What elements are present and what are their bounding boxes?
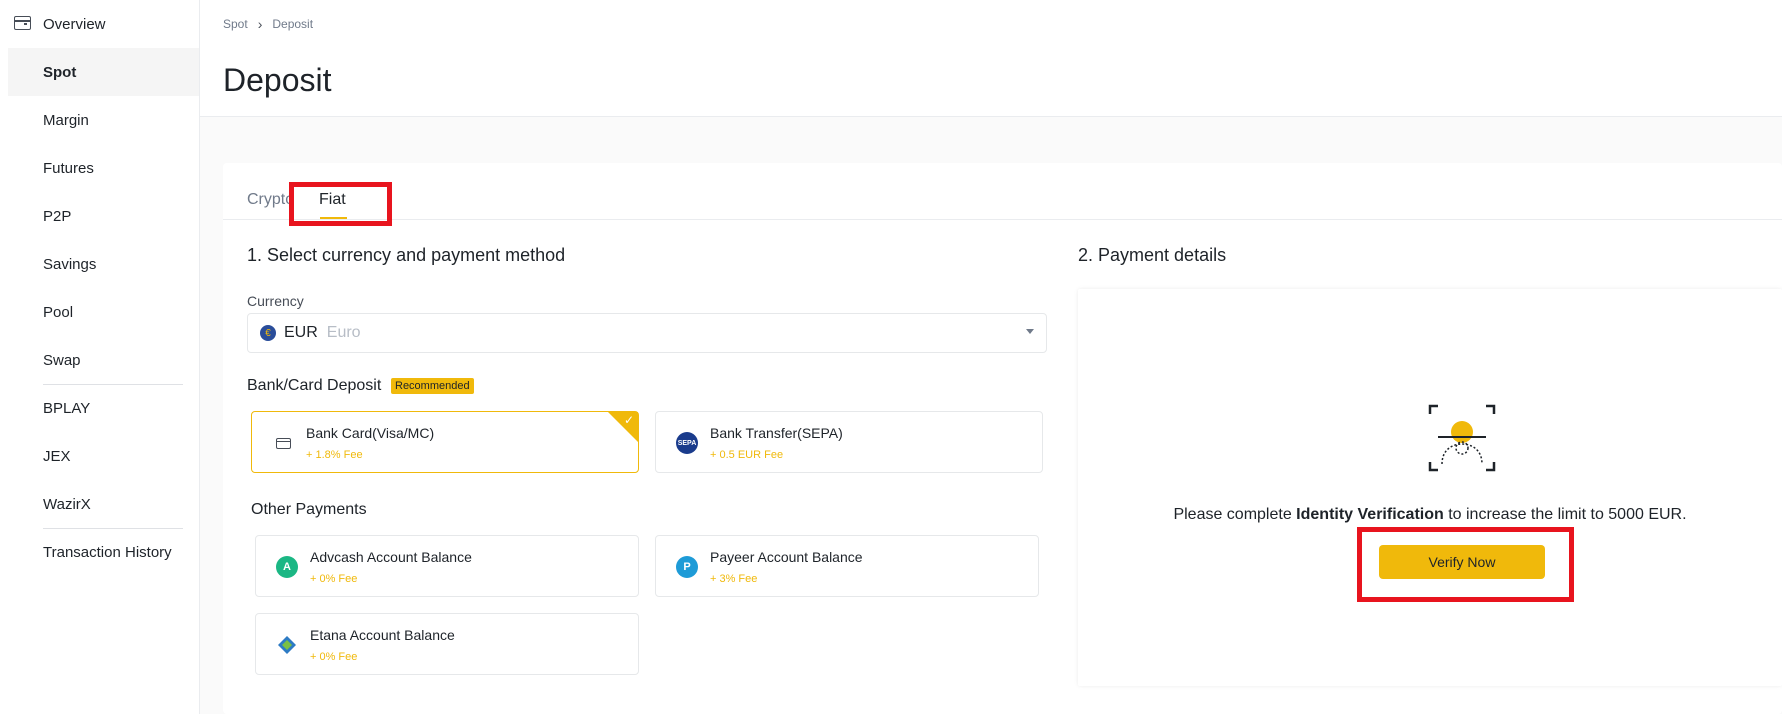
- payment-method-name: Payeer Account Balance: [710, 549, 863, 565]
- verify-now-button[interactable]: Verify Now: [1379, 545, 1545, 579]
- payment-method-sepa[interactable]: SEPA Bank Transfer(SEPA) + 0.5 EUR Fee: [655, 411, 1043, 473]
- breadcrumb-deposit: Deposit: [272, 17, 314, 31]
- sidebar-item-jex[interactable]: JEX: [8, 432, 199, 480]
- sidebar-item-wazirx[interactable]: WazirX: [8, 480, 199, 528]
- sidebar-item-label: JEX: [43, 447, 71, 465]
- sidebar: Overview Spot Margin Futures P2P Savings…: [0, 0, 200, 714]
- payment-method-payeer[interactable]: P Payeer Account Balance + 3% Fee: [655, 535, 1039, 597]
- sidebar-item-bplay[interactable]: BPLAY: [8, 384, 199, 432]
- sidebar-item-label: Transaction History: [43, 543, 172, 561]
- check-icon: ✓: [623, 413, 634, 427]
- sidebar-item-label: BPLAY: [43, 399, 91, 417]
- payment-method-fee: + 0% Fee: [310, 651, 358, 663]
- sidebar-item-label: WazirX: [43, 495, 91, 513]
- payment-method-name: Advcash Account Balance: [310, 549, 472, 565]
- sidebar-item-futures[interactable]: Futures: [8, 144, 199, 192]
- other-payments-title: Other Payments: [251, 501, 367, 518]
- wallet-icon: [14, 16, 31, 30]
- sidebar-item-label: P2P: [43, 207, 72, 225]
- bank-card-deposit-title: Bank/Card Deposit: [247, 377, 382, 394]
- page-title: Deposit: [223, 62, 332, 98]
- sidebar-item-spot[interactable]: Spot: [8, 48, 199, 96]
- tab-crypto[interactable]: Crypto: [247, 191, 294, 209]
- payment-method-fee: + 0.5 EUR Fee: [710, 449, 784, 461]
- payment-details-panel: [1078, 289, 1782, 686]
- sidebar-item-transaction-history[interactable]: Transaction History: [8, 528, 199, 576]
- currency-label: Currency: [247, 293, 304, 309]
- sidebar-item-overview[interactable]: Overview: [8, 0, 199, 48]
- breadcrumb: Spot › Deposit: [223, 16, 313, 32]
- payment-method-name: Etana Account Balance: [310, 627, 455, 643]
- sidebar-item-label: Futures: [43, 159, 94, 177]
- payment-method-fee: + 3% Fee: [710, 573, 758, 585]
- sidebar-item-label: Savings: [43, 255, 97, 273]
- recommended-badge: Recommended: [391, 378, 474, 394]
- tabs-divider: [223, 219, 1782, 220]
- sidebar-item-label: Margin: [43, 111, 89, 129]
- payment-method-name: Bank Card(Visa/MC): [306, 425, 435, 441]
- euro-icon: €: [260, 325, 276, 341]
- sidebar-item-swap[interactable]: Swap: [8, 336, 199, 384]
- verification-message-prefix: Please complete: [1173, 506, 1297, 523]
- etana-icon: [276, 634, 298, 656]
- credit-card-icon: [272, 432, 294, 454]
- payment-method-fee: + 0% Fee: [310, 573, 358, 585]
- sidebar-item-margin[interactable]: Margin: [8, 96, 199, 144]
- payment-method-advcash[interactable]: A Advcash Account Balance + 0% Fee: [255, 535, 639, 597]
- payment-method-etana[interactable]: Etana Account Balance + 0% Fee: [255, 613, 639, 675]
- verification-message-suffix: to increase the limit to 5000 EUR.: [1443, 506, 1687, 523]
- payment-method-fee: + 1.8% Fee: [306, 449, 363, 461]
- verification-message: Please complete Identity Verification to…: [1078, 506, 1782, 524]
- currency-name: Euro: [326, 324, 361, 341]
- payment-method-name: Bank Transfer(SEPA): [710, 425, 843, 441]
- sidebar-item-label: Pool: [43, 303, 74, 321]
- identity-verification-icon: [1428, 404, 1496, 472]
- deposit-page: Overview Spot Margin Futures P2P Savings…: [0, 0, 1782, 714]
- advcash-icon: A: [276, 556, 298, 578]
- tab-fiat[interactable]: Fiat: [319, 191, 346, 209]
- sidebar-item-label: Spot: [43, 63, 77, 81]
- payment-method-bank-card[interactable]: Bank Card(Visa/MC) + 1.8% Fee ✓: [251, 411, 639, 473]
- sidebar-item-p2p[interactable]: P2P: [8, 192, 199, 240]
- section-title-payment-details: 2. Payment details: [1078, 245, 1227, 265]
- caret-down-icon: [1026, 329, 1034, 334]
- sidebar-item-savings[interactable]: Savings: [8, 240, 199, 288]
- sidebar-item-label: Overview: [43, 15, 106, 33]
- payeer-icon: P: [676, 556, 698, 578]
- currency-code: EUR: [284, 324, 318, 341]
- sidebar-item-label: Swap: [43, 351, 81, 369]
- identity-verification-link: Identity Verification: [1296, 506, 1444, 523]
- currency-select[interactable]: € EUR Euro: [247, 313, 1047, 353]
- breadcrumb-spot[interactable]: Spot: [223, 17, 248, 31]
- chevron-right-icon: ›: [257, 16, 263, 32]
- section-title-currency: 1. Select currency and payment method: [247, 245, 566, 265]
- sidebar-item-pool[interactable]: Pool: [8, 288, 199, 336]
- sepa-icon: SEPA: [676, 432, 698, 454]
